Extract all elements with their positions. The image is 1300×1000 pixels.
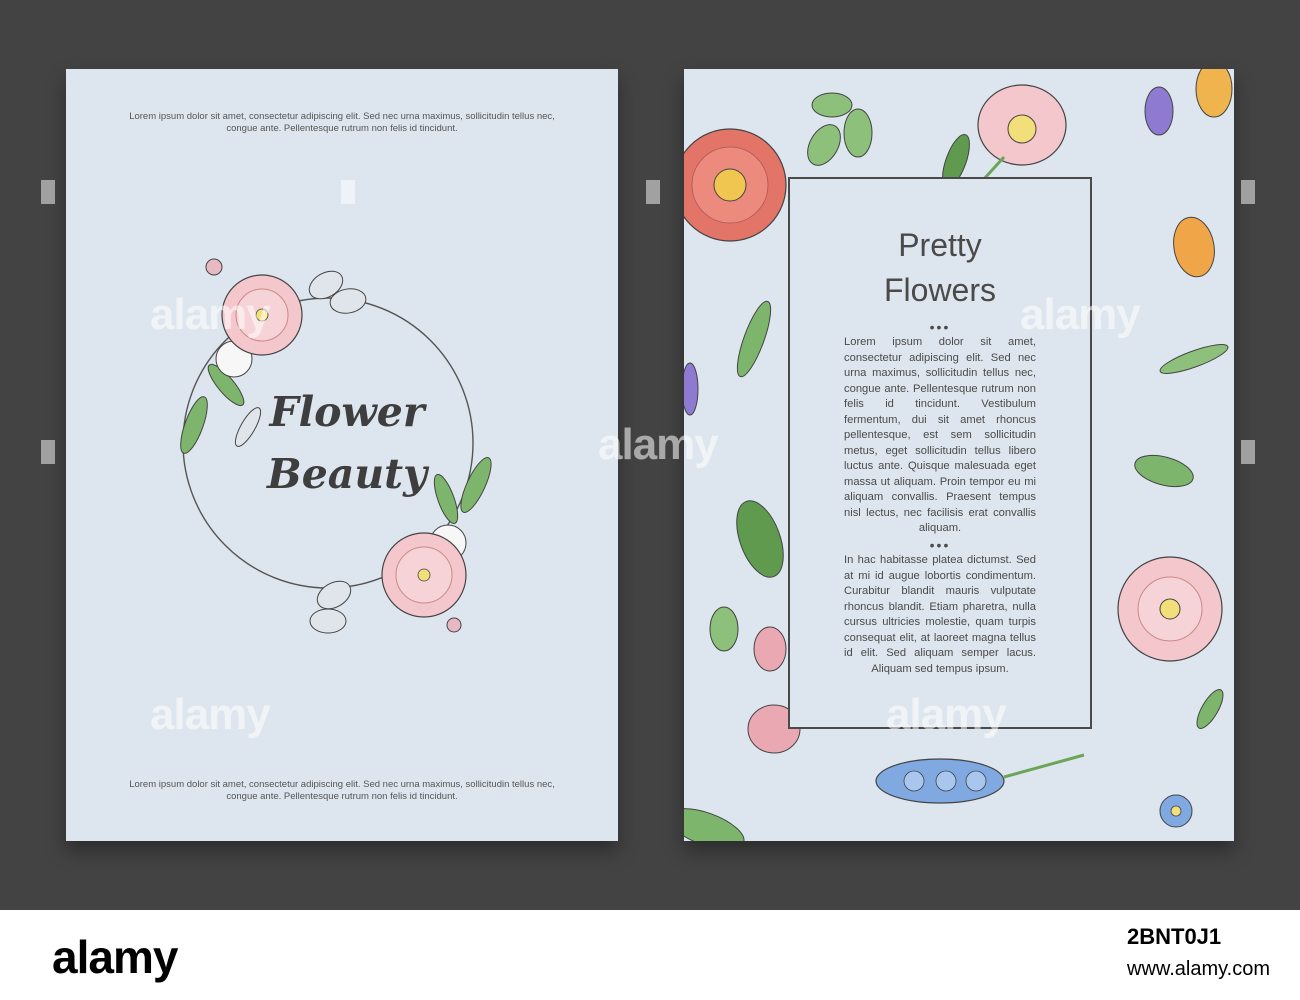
stock-site-url[interactable]: www.alamy.com — [1127, 958, 1270, 981]
stock-footer-bar: alamy 2BNT0J1 www.alamy.com — [0, 910, 1300, 1000]
purple-bud — [1144, 86, 1174, 136]
panel-paragraph-2: In hac habitasse platea dictumst. Sed at… — [844, 554, 1036, 675]
watermark-icon — [41, 440, 55, 464]
watermark-icon — [341, 180, 355, 204]
alamy-logo: alamy — [52, 931, 178, 983]
title-line-2: Beauty — [267, 450, 427, 498]
watermark-text: alamy — [1020, 290, 1141, 339]
panel-title-line-1: Pretty — [898, 227, 982, 263]
title-line-1: Flower — [269, 388, 425, 436]
image-id-code: 2BNT0J1 — [1127, 924, 1222, 949]
dots-divider-middle: ••• — [929, 537, 951, 553]
pink-flower-right — [1117, 556, 1223, 662]
watermark-icon — [646, 180, 660, 204]
watermark-icon — [1241, 180, 1255, 204]
panel-paragraph-1: Lorem ipsum dolor sit amet, consectetur … — [844, 336, 1036, 534]
text-panel: Pretty Flowers ••• Lorem ipsum dolor sit… — [788, 177, 1092, 729]
watermark-text: alamy — [598, 420, 719, 469]
flower-beauty-title: Flower Beauty — [242, 381, 452, 505]
green-leaves-right — [1134, 344, 1229, 729]
watermark-text: alamy — [150, 690, 271, 739]
pink-flower-top — [977, 84, 1067, 181]
watermark-icon — [41, 180, 55, 204]
card-bottom-text: Lorem ipsum dolor sit amet, consectetur … — [129, 779, 555, 802]
blue-flowers — [875, 753, 1193, 828]
green-leaves-left — [684, 300, 784, 841]
watermark-text: alamy — [886, 690, 1007, 739]
watermark-text: alamy — [150, 290, 271, 339]
red-daisy-flower — [684, 128, 787, 242]
orange-flowers — [1173, 69, 1233, 278]
watermark-icon — [1241, 440, 1255, 464]
